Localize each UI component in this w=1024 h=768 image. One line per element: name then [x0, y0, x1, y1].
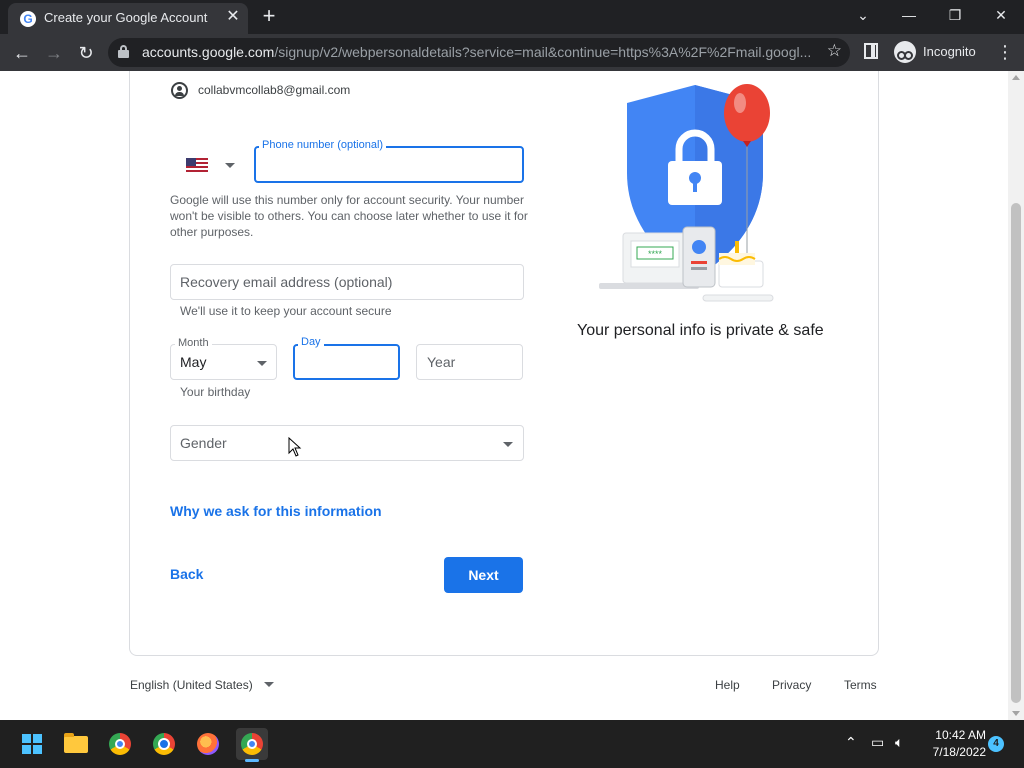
clock-date: 7/18/2022: [932, 745, 986, 759]
incognito-label: Incognito: [923, 44, 976, 59]
clock-time: 10:42 AM: [935, 728, 986, 742]
chrome-beta-icon: [153, 733, 175, 755]
recovery-email-placeholder: Recovery email address (optional): [180, 274, 393, 290]
month-select[interactable]: May: [170, 344, 277, 380]
account-email: collabvmcollab8@gmail.com: [198, 83, 351, 97]
phone-number-label: Phone number (optional): [259, 139, 387, 151]
month-label: Month: [175, 337, 212, 349]
help-link[interactable]: Help: [715, 678, 740, 692]
tab-title: Create your Google Account: [44, 10, 208, 25]
scrollbar-thumb[interactable]: [1011, 203, 1021, 703]
minimize-icon[interactable]: —: [896, 4, 922, 26]
url-path: /signup/v2/webpersonaldetails?service=ma…: [274, 44, 812, 60]
why-we-ask-link[interactable]: Why we ask for this information: [170, 503, 382, 519]
new-tab-button[interactable]: +: [258, 5, 280, 27]
windows-logo-icon: [22, 734, 42, 754]
tray-overflow-icon[interactable]: ⌃: [845, 734, 857, 751]
active-indicator: [245, 759, 259, 762]
chevron-down-icon: [225, 163, 235, 168]
tab-search-icon[interactable]: ⌄: [850, 4, 876, 26]
window-close-icon[interactable]: ✕: [988, 4, 1014, 26]
file-explorer-button[interactable]: [60, 728, 92, 760]
folder-icon: [64, 733, 88, 753]
day-input[interactable]: [293, 344, 400, 380]
year-input[interactable]: Year: [416, 344, 523, 380]
browser-menu-icon[interactable]: ⋮: [996, 40, 1014, 64]
language-label: English (United States): [130, 678, 253, 692]
start-button[interactable]: [16, 728, 48, 760]
gender-select[interactable]: Gender: [170, 425, 524, 461]
google-favicon-icon: G: [20, 11, 36, 27]
page-scrollbar[interactable]: [1008, 71, 1024, 720]
lock-icon[interactable]: [118, 45, 129, 58]
browser-tab-strip: G Create your Google Account ✕ + ⌄ — ❐ ✕: [0, 0, 1024, 34]
birthday-helper: Your birthday: [180, 385, 251, 399]
chrome-taskbar-button[interactable]: [104, 728, 136, 760]
system-clock[interactable]: 10:42 AM 7/18/2022: [920, 727, 986, 761]
year-placeholder: Year: [427, 354, 456, 370]
phone-helper-text: Google will use this number only for acc…: [170, 193, 528, 239]
network-icon[interactable]: ▭: [871, 734, 884, 751]
back-button[interactable]: Back: [170, 566, 203, 582]
chrome-active-taskbar-button[interactable]: [236, 728, 268, 762]
chrome-alt-taskbar-button[interactable]: [148, 728, 180, 760]
chevron-down-icon: [257, 361, 267, 366]
url-host: accounts.google.com: [142, 44, 275, 60]
terms-link[interactable]: Terms: [844, 678, 877, 692]
bookmark-star-icon[interactable]: ☆: [827, 41, 842, 61]
browser-toolbar: ← → ↻ accounts.google.com/signup/v2/webp…: [0, 34, 1024, 71]
page-content: collabvmcollab8@gmail.com Phone number (…: [0, 71, 1008, 720]
chevron-down-icon: [264, 682, 275, 687]
incognito-icon: [894, 41, 916, 63]
chrome-icon: [109, 733, 131, 755]
forward-arrow-icon[interactable]: →: [41, 40, 67, 66]
recovery-email-input[interactable]: Recovery email address (optional): [170, 264, 524, 300]
country-selector[interactable]: [180, 149, 242, 179]
privacy-link[interactable]: Privacy: [772, 678, 811, 692]
gender-placeholder: Gender: [180, 435, 227, 451]
privacy-caption: Your personal info is private & safe: [577, 322, 824, 339]
privacy-illustration: ****: [599, 84, 774, 302]
next-button[interactable]: Next: [444, 557, 523, 593]
scroll-down-arrow-icon[interactable]: [1012, 711, 1020, 716]
url-text[interactable]: accounts.google.com/signup/v2/webpersona…: [142, 44, 812, 60]
firefox-taskbar-button[interactable]: [192, 728, 224, 760]
restore-icon[interactable]: ❐: [942, 4, 968, 26]
month-value: May: [180, 354, 207, 370]
incognito-indicator[interactable]: Incognito: [892, 39, 984, 65]
pin-mask-text: ****: [648, 249, 663, 259]
language-selector[interactable]: English (United States): [130, 678, 275, 692]
chevron-down-icon: [503, 442, 513, 447]
reload-icon[interactable]: ↻: [73, 40, 99, 66]
side-panel-icon[interactable]: [864, 43, 878, 59]
back-arrow-icon[interactable]: ←: [9, 40, 35, 66]
browser-tab-active[interactable]: G Create your Google Account ✕: [8, 3, 248, 34]
day-label: Day: [298, 336, 324, 348]
notification-badge[interactable]: 4: [988, 736, 1004, 752]
windows-taskbar: ⌃ ▭ 🔈︎ 10:42 AM 7/18/2022 4: [0, 720, 1024, 768]
balloon-icon: [724, 84, 770, 142]
scroll-up-arrow-icon[interactable]: [1012, 75, 1020, 80]
tab-close-icon[interactable]: ✕: [224, 8, 242, 26]
volume-icon[interactable]: 🔈︎: [895, 734, 903, 751]
chrome-icon: [241, 733, 263, 755]
phone-number-input[interactable]: [254, 146, 524, 183]
mouse-cursor-icon: [288, 437, 302, 457]
address-bar[interactable]: accounts.google.com/signup/v2/webpersona…: [108, 38, 850, 67]
us-flag-icon: [186, 158, 208, 172]
recovery-email-helper: We'll use it to keep your account secure: [180, 304, 392, 318]
account-circle-icon: [171, 82, 188, 99]
firefox-icon: [197, 733, 219, 755]
